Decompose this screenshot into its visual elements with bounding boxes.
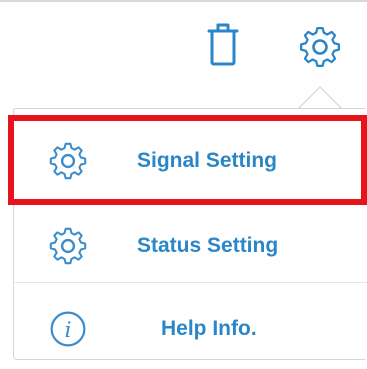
menu-item-label: Signal Setting (137, 149, 278, 172)
settings-popup-screen: Signal Setting Status Setting i Help Inf… (0, 0, 367, 369)
menu-item-signal-setting[interactable]: Signal Setting (13, 126, 367, 196)
menu-item-status-setting[interactable]: Status Setting (13, 211, 367, 281)
menu-divider (13, 282, 367, 283)
popup-caret (298, 86, 342, 109)
menu-item-help-info[interactable]: i Help Info. (13, 294, 367, 364)
top-divider (0, 0, 367, 2)
menu-divider (13, 204, 367, 205)
trash-icon[interactable] (206, 22, 240, 66)
svg-text:i: i (65, 318, 72, 343)
gear-icon (49, 227, 87, 265)
menu-item-label: Help Info. (161, 317, 257, 340)
info-icon: i (50, 311, 86, 347)
gear-icon (49, 142, 87, 180)
menu-item-label: Status Setting (137, 234, 279, 257)
gear-icon[interactable] (298, 25, 342, 69)
